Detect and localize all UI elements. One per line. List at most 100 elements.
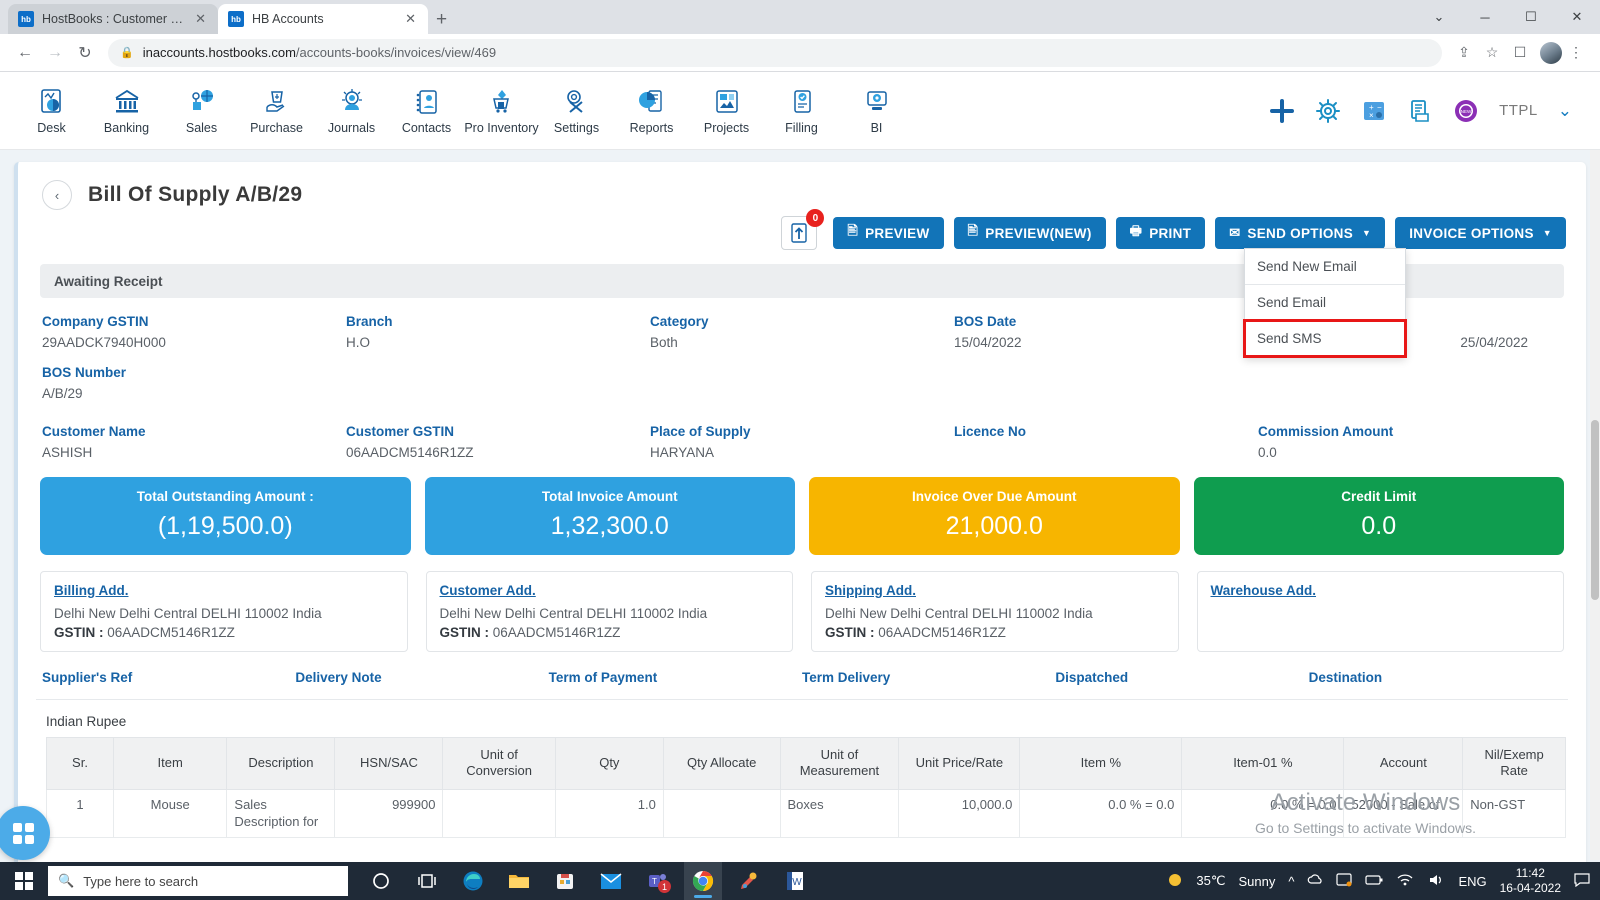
clock[interactable]: 11:42 16-04-2022 — [1500, 866, 1561, 896]
teams-icon[interactable]: T 1 — [638, 862, 676, 900]
address-title-link[interactable]: Billing Add. — [54, 583, 394, 598]
meta-field-bos-number: BOS Number A/B/29 — [42, 365, 346, 402]
action-center-icon[interactable] — [1574, 872, 1590, 890]
avatar[interactable] — [1540, 41, 1562, 64]
module-label: Banking — [103, 121, 150, 135]
battery-icon[interactable] — [1365, 874, 1383, 889]
volume-icon[interactable] — [1427, 873, 1445, 890]
meta-label: Customer GSTIN — [346, 424, 455, 439]
back-icon[interactable]: ← — [10, 38, 40, 68]
explorer-icon[interactable] — [500, 862, 538, 900]
chrome-menu-icon[interactable]: ⋮ — [1562, 39, 1590, 67]
print-button[interactable]: 🖶 PRINT — [1115, 217, 1206, 249]
address-title-link[interactable]: Warehouse Add. — [1211, 583, 1551, 598]
bookmark-star-icon[interactable]: ☆ — [1478, 39, 1506, 67]
module-filling[interactable]: Filling — [764, 86, 839, 135]
meta-field-company-gstin: Company GSTIN 29AADCK7940H000 — [42, 314, 346, 351]
back-button[interactable]: ‹ — [42, 180, 72, 210]
system-notification-icon[interactable] — [1336, 872, 1353, 890]
kpi-label: Credit Limit — [1341, 489, 1417, 504]
col-sr: Sr. — [46, 737, 114, 790]
task-view-icon[interactable] — [408, 862, 446, 900]
start-button[interactable] — [0, 872, 48, 890]
menu-item-send-sms[interactable]: Send SMS — [1243, 319, 1407, 358]
col-unit-price-rate: Unit Price/Rate — [898, 737, 1021, 790]
chevron-up-icon[interactable]: ^ — [1288, 874, 1294, 889]
module-journals[interactable]: Journals — [314, 86, 389, 135]
new-tab-button[interactable]: + — [436, 9, 447, 31]
new-badge-icon[interactable]: NEW — [1453, 98, 1479, 124]
address-line: Delhi New Delhi Central DELHI 110002 Ind… — [54, 606, 322, 621]
chevron-down-icon[interactable]: ⌄ — [1558, 101, 1572, 121]
language-indicator[interactable]: ENG — [1458, 874, 1486, 889]
sidebar-icon[interactable]: ☐ — [1506, 39, 1534, 67]
menu-item-send-new-email[interactable]: Send New Email — [1245, 249, 1405, 285]
wifi-icon[interactable] — [1396, 873, 1414, 890]
close-window-button[interactable]: ✕ — [1554, 0, 1600, 34]
address-title-link[interactable]: Shipping Add. — [825, 583, 1165, 598]
browser-tab-2[interactable]: hb HB Accounts ✕ — [218, 4, 428, 34]
calculator-icon[interactable]: + − × — [1361, 98, 1387, 124]
module-projects[interactable]: Projects — [689, 86, 764, 135]
module-sales[interactable]: Sales — [164, 86, 239, 135]
url-host: inaccounts.hostbooks.com — [142, 45, 296, 60]
cell-account: 52000 - Sale of — [1343, 788, 1464, 838]
weather-temp: 35℃ — [1196, 873, 1226, 888]
store-icon[interactable] — [546, 862, 584, 900]
ref-label-destination: Destination — [1308, 670, 1383, 685]
module-banking[interactable]: Banking — [89, 86, 164, 135]
maximize-button[interactable]: ☐ — [1508, 0, 1554, 34]
send-options-button[interactable]: ✉ SEND OPTIONS ▼ — [1215, 217, 1386, 249]
weather-sun-icon — [1167, 872, 1183, 891]
address-bar[interactable]: 🔒 inaccounts.hostbooks.com/accounts-book… — [108, 38, 1442, 67]
preview-button[interactable]: 🖹 PREVIEW — [833, 217, 944, 249]
apps-grid-fab[interactable] — [0, 806, 50, 860]
module-desk[interactable]: Desk — [14, 86, 89, 135]
onedrive-icon[interactable] — [1307, 873, 1323, 890]
reload-icon[interactable]: ↻ — [70, 38, 100, 68]
close-icon[interactable]: ✕ — [191, 11, 210, 27]
module-reports[interactable]: Reports — [614, 86, 689, 135]
invoice-options-button[interactable]: INVOICE OPTIONS ▼ — [1395, 217, 1566, 249]
col-unit-of-measurement: Unit of Measurement — [779, 737, 900, 790]
address-title-link[interactable]: Customer Add. — [440, 583, 780, 598]
teams-notification-badge: 1 — [658, 880, 671, 893]
plus-icon[interactable] — [1269, 98, 1295, 124]
module-pro-inventory[interactable]: Pro Inventory — [464, 86, 539, 135]
notes-icon[interactable] — [1407, 98, 1433, 124]
module-bi[interactable]: BI — [839, 86, 914, 135]
document-icon: 🖹 — [967, 223, 979, 238]
minimize-button[interactable]: ─ — [1462, 0, 1508, 34]
word-icon[interactable]: W — [776, 862, 814, 900]
module-contacts[interactable]: Contacts — [389, 86, 464, 135]
paint-icon[interactable] — [730, 862, 768, 900]
kpi-label: Total Outstanding Amount : — [136, 489, 314, 504]
meta-field-licence-no: Licence No — [954, 424, 1258, 461]
mail-icon[interactable] — [592, 862, 630, 900]
cell-item[interactable]: Mouse — [112, 788, 228, 838]
tab-favicon: hb — [18, 11, 34, 27]
browser-tab-1[interactable]: hb HostBooks : Customer Portal ✕ — [8, 4, 218, 34]
lock-icon: 🔒 — [120, 47, 134, 59]
cortana-icon[interactable] — [362, 862, 400, 900]
meta-field-bos-date: BOS Date 15/04/2022 — [954, 314, 1258, 351]
preview-new-button[interactable]: 🖹 PREVIEW(NEW) — [953, 217, 1106, 249]
page-scrollbar-track[interactable] — [1590, 150, 1600, 860]
page-scrollbar-thumb[interactable] — [1591, 420, 1599, 600]
module-label: Purchase — [250, 121, 303, 135]
chevron-down-icon[interactable]: ⌄ — [1416, 0, 1462, 34]
chrome-icon[interactable] — [684, 862, 722, 900]
module-purchase[interactable]: Purchase — [239, 86, 314, 135]
module-label: BI — [870, 121, 883, 135]
forward-icon[interactable]: → — [40, 38, 70, 68]
items-table-header-row: Sr. Item Description HSN/SAC Unit of Con… — [46, 737, 1566, 790]
cell-hsn: 999900 — [334, 788, 444, 838]
close-icon[interactable]: ✕ — [401, 11, 420, 27]
share-icon[interactable]: ⇪ — [1450, 39, 1478, 67]
menu-item-send-email[interactable]: Send Email — [1245, 285, 1405, 321]
gear-icon[interactable] — [1315, 98, 1341, 124]
module-settings[interactable]: Settings — [539, 86, 614, 135]
upload-attachment-button[interactable]: 0 — [781, 209, 825, 250]
taskbar-search-input[interactable]: 🔍 Type here to search — [48, 866, 348, 896]
edge-icon[interactable] — [454, 862, 492, 900]
